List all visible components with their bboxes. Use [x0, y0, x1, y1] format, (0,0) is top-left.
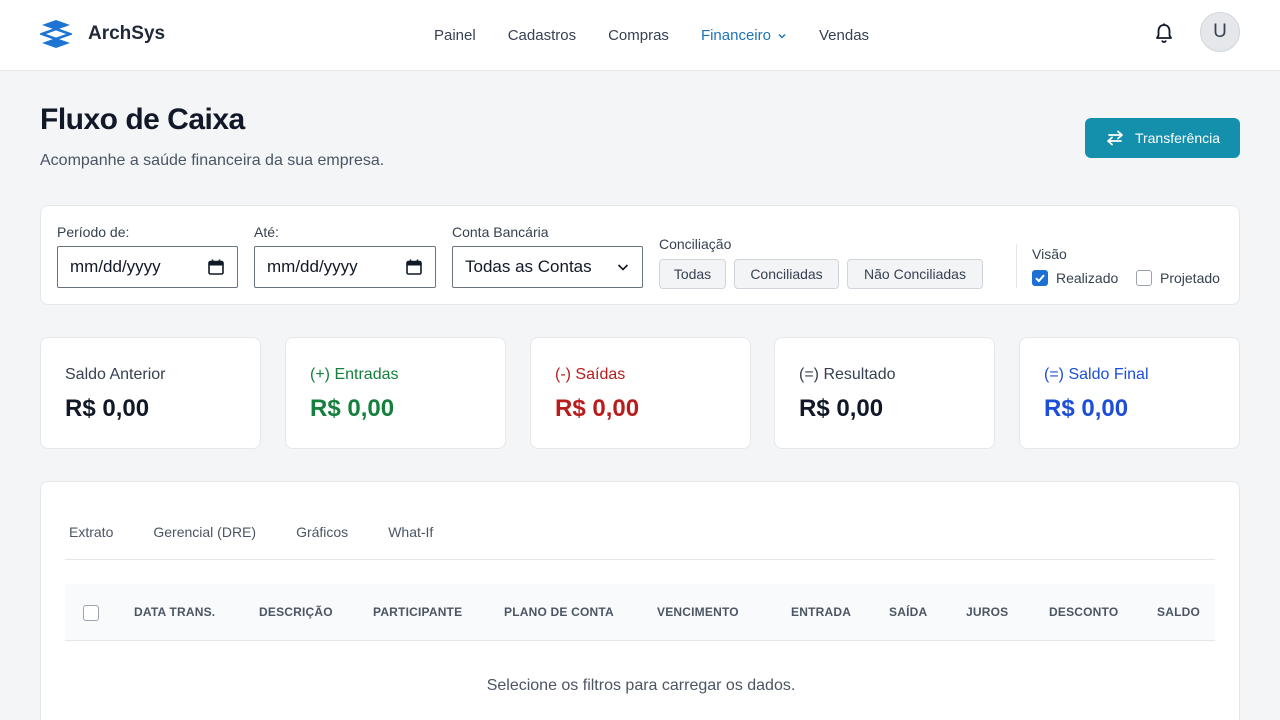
period-from-input[interactable]: mm/dd/yyyy: [57, 246, 238, 288]
column-header[interactable]: SAÍDA: [889, 605, 927, 619]
tab-extrato[interactable]: Extrato: [69, 524, 113, 540]
brand-name: ArchSys: [88, 23, 166, 44]
view-label: Visão: [1032, 246, 1067, 262]
filters-panel: Período de: mm/dd/yyyy Até: mm/dd/yyyy C…: [40, 205, 1240, 305]
summary-card-label: (=) Saldo Final: [1044, 366, 1149, 383]
page-subtitle: Acompanhe a saúde financeira da sua empr…: [40, 152, 385, 169]
chevron-down-icon: [778, 33, 786, 39]
column-header[interactable]: DESCRIÇÃO: [259, 605, 333, 619]
summary-card-saldo-anterior: Saldo Anterior R$ 0,00: [40, 337, 261, 449]
nav-item-financeiro-label: Financeiro: [700, 27, 771, 44]
chevron-down-icon: [617, 264, 629, 271]
reconciliation-option-todas[interactable]: Todas: [659, 259, 726, 289]
brand[interactable]: ArchSys: [40, 19, 165, 49]
projetado-label: Projetado: [1160, 270, 1220, 286]
tabs-divider: [65, 559, 1215, 560]
nav-item-vendas[interactable]: Vendas: [819, 27, 869, 44]
transfer-button[interactable]: Transferência: [1085, 118, 1240, 158]
column-header[interactable]: PLANO DE CONTA: [504, 605, 614, 619]
period-from-value: mm/dd/yyyy: [70, 257, 161, 276]
summary-card-value: R$ 0,00: [799, 395, 884, 422]
main-nav: Painel Cadastros Compras Financeiro Vend…: [434, 27, 869, 44]
summary-card-saldo-final: (=) Saldo Final R$ 0,00: [1019, 337, 1240, 449]
period-to-label: Até:: [254, 224, 279, 240]
column-header[interactable]: DESCONTO: [1049, 605, 1118, 619]
projetado-checkbox[interactable]: [1136, 270, 1152, 286]
summary-card-value: R$ 0,00: [65, 395, 150, 422]
period-to-input[interactable]: mm/dd/yyyy: [254, 246, 436, 288]
column-header[interactable]: JUROS: [966, 605, 1008, 619]
account-label: Conta Bancária: [452, 224, 549, 240]
reconciliation-label: Conciliação: [659, 236, 732, 252]
select-all-checkbox[interactable]: [83, 605, 99, 621]
nav-item-financeiro[interactable]: Financeiro: [701, 27, 787, 44]
reconciliation-option-nao-conciliadas[interactable]: Não Conciliadas: [847, 259, 983, 289]
summary-card-label: (+) Entradas: [310, 366, 399, 383]
summary-card-value: R$ 0,00: [1044, 395, 1129, 422]
summary-card-label: (-) Saídas: [555, 366, 626, 383]
summary-card-label: Saldo Anterior: [65, 366, 166, 383]
column-header[interactable]: VENCIMENTO: [657, 605, 739, 619]
top-navbar: ArchSys Painel Cadastros Compras Finance…: [0, 0, 1280, 71]
tab-graficos[interactable]: Gráficos: [296, 524, 348, 540]
summary-card-label: (=) Resultado: [799, 366, 896, 383]
reconciliation-option-conciliadas[interactable]: Conciliadas: [734, 259, 839, 289]
empty-state-message: Selecione os filtros para carregar os da…: [486, 677, 796, 694]
tab-what-if[interactable]: What-If: [388, 524, 433, 540]
divider: [1016, 244, 1017, 288]
table-header: DATA TRANS. DESCRIÇÃO PARTICIPANTE PLANO…: [65, 584, 1215, 641]
summary-card-value: R$ 0,00: [310, 395, 395, 422]
calendar-icon: [406, 259, 422, 275]
avatar[interactable]: U: [1200, 12, 1240, 52]
realizado-label: Realizado: [1056, 270, 1119, 286]
period-to-value: mm/dd/yyyy: [267, 257, 358, 276]
account-select-value: Todas as Contas: [465, 257, 592, 276]
page-title: Fluxo de Caixa: [40, 103, 245, 136]
tab-gerencial-dre[interactable]: Gerencial (DRE): [153, 524, 256, 540]
summary-card-resultado: (=) Resultado R$ 0,00: [774, 337, 995, 449]
summary-card-saidas: (-) Saídas R$ 0,00: [530, 337, 751, 449]
transfer-button-label: Transferência: [1134, 130, 1221, 146]
swap-arrows-icon: [1107, 130, 1123, 146]
nav-item-painel[interactable]: Painel: [434, 27, 476, 44]
column-header[interactable]: ENTRADA: [791, 605, 851, 619]
cashflow-panel: Extrato Gerencial (DRE) Gráficos What-If…: [40, 481, 1240, 720]
summary-card-value: R$ 0,00: [555, 395, 640, 422]
realizado-checkbox[interactable]: [1032, 270, 1048, 286]
column-header[interactable]: PARTICIPANTE: [373, 605, 462, 619]
nav-item-cadastros[interactable]: Cadastros: [508, 27, 576, 44]
nav-item-compras[interactable]: Compras: [608, 27, 669, 44]
column-header[interactable]: DATA TRANS.: [134, 605, 215, 619]
summary-card-entradas: (+) Entradas R$ 0,00: [285, 337, 506, 449]
checkmark-icon: [1035, 274, 1045, 283]
bell-icon[interactable]: [1153, 22, 1175, 44]
column-header[interactable]: SALDO: [1157, 605, 1200, 619]
logo-icon: [40, 20, 72, 48]
account-select[interactable]: Todas as Contas: [452, 246, 643, 288]
view-tabs: Extrato Gerencial (DRE) Gráficos What-If: [69, 524, 433, 540]
period-from-label: Período de:: [57, 224, 130, 240]
calendar-icon: [208, 259, 224, 275]
